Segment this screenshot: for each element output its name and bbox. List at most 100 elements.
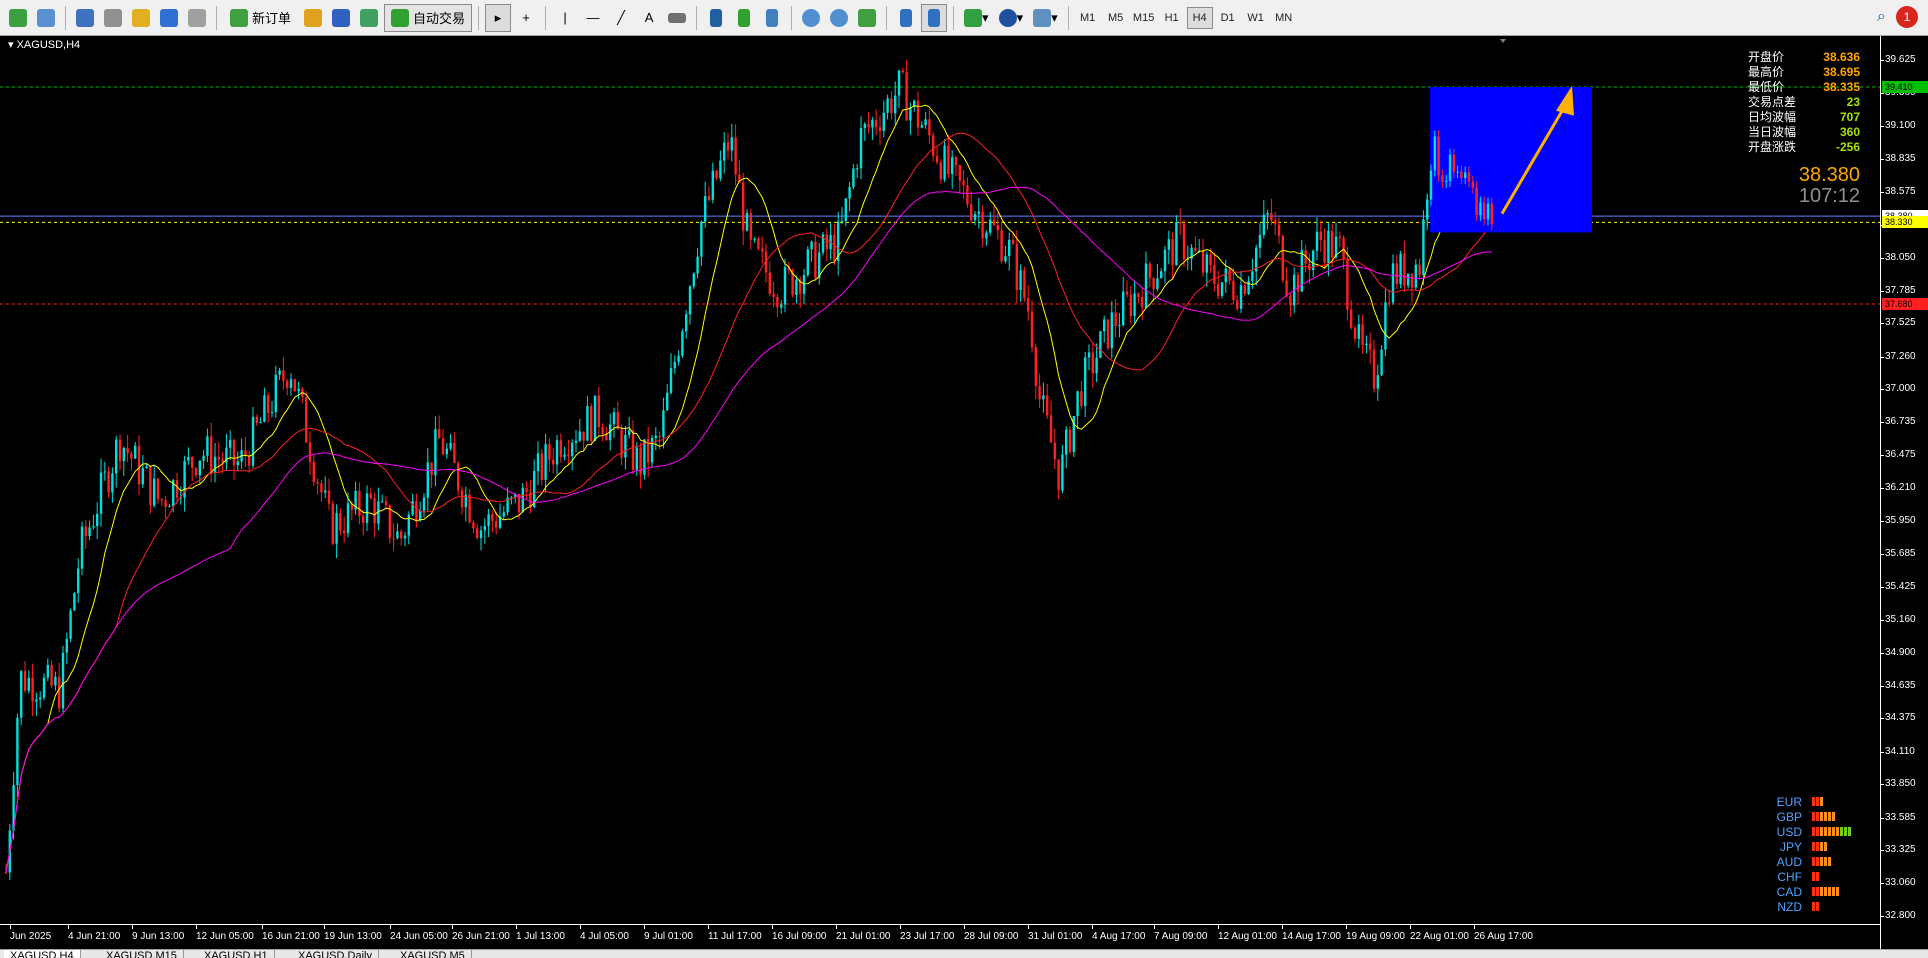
auto-trading-button[interactable]: 自动交易 [384, 3, 473, 32]
timeframe-d1[interactable]: D1 [1215, 7, 1241, 29]
strength-bar [1824, 887, 1827, 896]
trendline-icon[interactable]: ╱ [608, 4, 634, 32]
tile-windows-icon[interactable] [854, 4, 880, 32]
candle-body [1228, 268, 1231, 281]
candle-body [1038, 386, 1041, 400]
notification-badge[interactable]: 1 [1896, 6, 1918, 28]
candle-body [1422, 219, 1425, 276]
strength-bar [1832, 812, 1835, 821]
candle-body [859, 127, 863, 169]
chart-tab[interactable]: XAGUSD,H1 [198, 950, 275, 958]
strength-bar [1820, 827, 1823, 836]
candle-body [1270, 213, 1273, 221]
currency-row: GBP [1770, 809, 1870, 824]
horizontal-line-icon[interactable]: — [580, 4, 606, 32]
candle-body [1429, 170, 1433, 200]
info-value: 360 [1839, 125, 1860, 139]
vertical-line-icon[interactable]: | [552, 4, 578, 32]
candle-body [381, 501, 384, 503]
templates-icon[interactable]: ▾ [1029, 4, 1062, 32]
timeframe-m1[interactable]: M1 [1075, 7, 1101, 29]
text-icon[interactable]: A [636, 4, 662, 32]
time-axis[interactable]: Jun 2025 4 Jun 21:00 9 Jun 13:00 12 Jun 05:… [0, 924, 1880, 949]
chart-window[interactable]: ▾ XAGUSD,H4 开盘价 38.636 最高价 38.695 最低价 38.335 交… [0, 36, 1928, 949]
bar-countdown: 107:12 [1798, 185, 1860, 207]
info-row: 最高价 38.695 [1748, 65, 1860, 80]
toolbar-separator [791, 5, 793, 30]
candle-body [1467, 172, 1471, 182]
zoom-out-icon[interactable] [826, 4, 852, 32]
candlestick-icon[interactable] [731, 4, 757, 32]
candle-body [282, 370, 285, 382]
candle-body [981, 211, 984, 239]
search-icon[interactable]: ⌕ [1877, 8, 1886, 26]
candle-body [780, 304, 783, 308]
candle-body [1129, 294, 1132, 316]
timeframe-m15[interactable]: M15 [1131, 7, 1157, 29]
candle-body [928, 119, 931, 136]
crosshair-icon[interactable]: + [513, 4, 539, 32]
timeframe-m5[interactable]: M5 [1103, 7, 1129, 29]
candle-body [339, 513, 342, 531]
candle-body [1213, 265, 1216, 285]
signals-icon[interactable] [328, 4, 354, 32]
currency-strength-panel: EUR GBP USD JPY AUD CHF CAD NZD [1770, 794, 1870, 914]
time-tick: 4 Aug 17:00 [1092, 925, 1146, 942]
candle-body [479, 530, 483, 539]
zoom-in-icon[interactable] [798, 4, 824, 32]
time-tick: 4 Jun 21:00 [68, 925, 121, 942]
candle-body [1410, 273, 1414, 288]
data-window-icon[interactable] [156, 4, 182, 32]
candle-body [1376, 375, 1379, 389]
line-chart-icon[interactable] [759, 4, 785, 32]
market-icon[interactable] [356, 4, 382, 32]
new-chart-icon[interactable] [5, 4, 31, 32]
price-scale[interactable]: 39.62539.36039.10038.83538.57538.31038.0… [1880, 36, 1928, 949]
chart-tab[interactable]: XAGUSD,M15 [100, 950, 184, 958]
candle-body [624, 434, 627, 458]
candle-body [863, 123, 866, 128]
price-marker-label: 37.680 [1882, 297, 1928, 310]
market-watch-icon[interactable] [72, 4, 98, 32]
price-chart[interactable] [0, 36, 1880, 924]
gold-icon[interactable] [300, 4, 326, 32]
cursor-icon[interactable]: ▸ [485, 3, 512, 32]
candle-body [126, 447, 129, 454]
candle-body [1167, 239, 1170, 250]
timeframe-mn[interactable]: MN [1271, 7, 1297, 29]
label-icon[interactable] [664, 4, 690, 32]
strength-bar [1812, 872, 1815, 881]
timeframe-h1[interactable]: H1 [1159, 7, 1185, 29]
chart-tab[interactable]: XAGUSD,Daily [292, 950, 379, 958]
toolbar-separator [65, 5, 66, 30]
autoscroll-icon[interactable] [893, 4, 919, 32]
navigator-icon[interactable] [100, 4, 126, 32]
timeframe-h4[interactable]: H4 [1186, 6, 1213, 29]
favorites-icon[interactable] [128, 4, 154, 32]
current-price: 38.380 [1798, 164, 1860, 186]
candle-body [1452, 154, 1455, 173]
new-order-button[interactable]: 新订单 [223, 4, 298, 32]
candle-body [1057, 459, 1060, 491]
chart-tab[interactable]: XAGUSD,M5 [394, 950, 472, 958]
periods-icon[interactable]: ▾ [995, 4, 1028, 32]
history-icon[interactable] [184, 4, 210, 32]
profiles-icon[interactable] [33, 4, 59, 32]
candle-body [681, 331, 684, 356]
candle-body [806, 249, 809, 276]
indicators-icon[interactable]: ▾ [960, 4, 993, 32]
candle-body [544, 444, 547, 480]
main-toolbar: 新订单 自动交易 ▸ + | — ╱ A ▾ ▾ ▾ M1 M5 M15 H1 H4 D1… [0, 0, 1928, 36]
currency-name: CAD [1776, 884, 1802, 899]
timeframe-w1[interactable]: W1 [1243, 7, 1269, 29]
chart-tabs: XAGUSD,H4 XAGUSD,M15 XAGUSD,H1 XAGUSD,Daily… [0, 949, 1928, 958]
candle-body [369, 493, 372, 499]
bar-chart-icon[interactable] [703, 4, 729, 32]
candle-body [1239, 285, 1243, 309]
chart-tab[interactable]: XAGUSD,H4 [4, 950, 81, 958]
candle-body [761, 248, 764, 252]
candle-body [20, 671, 23, 718]
candle-body [810, 241, 813, 250]
chart-shift-icon[interactable] [921, 3, 948, 32]
candle-body [502, 512, 505, 517]
